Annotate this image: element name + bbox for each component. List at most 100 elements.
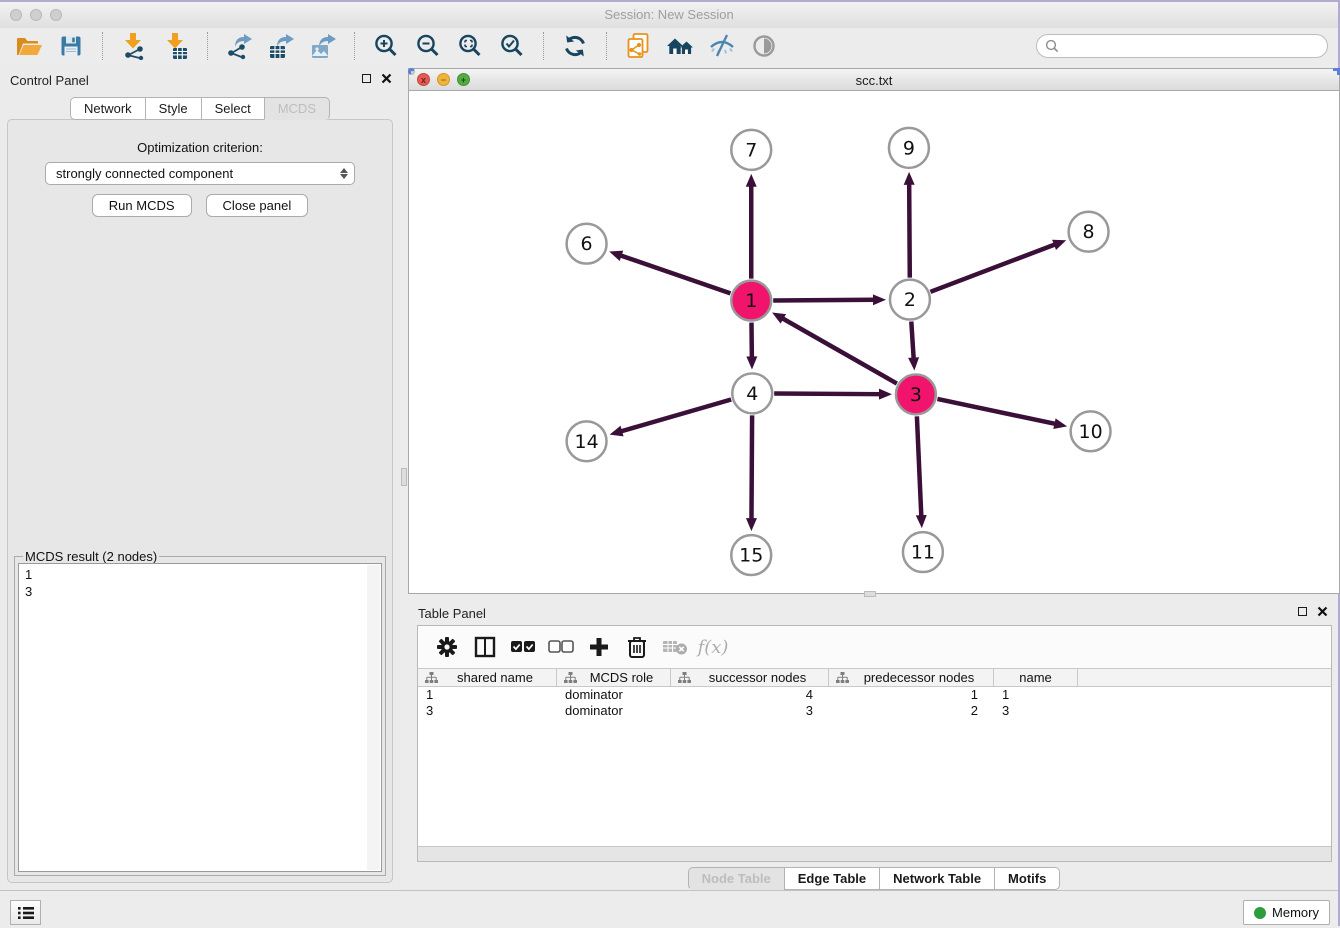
export-image-icon[interactable]: [308, 31, 338, 61]
toolbar-separator: [354, 32, 355, 60]
edge-1-2[interactable]: [773, 300, 875, 301]
tab-mcds[interactable]: MCDS: [264, 97, 330, 120]
memory-button[interactable]: Memory: [1243, 900, 1330, 925]
show-all-icon[interactable]: [749, 31, 779, 61]
new-network-from-selection-icon[interactable]: [623, 31, 653, 61]
import-table-icon[interactable]: [161, 31, 191, 61]
mcds-result-title: MCDS result (2 nodes): [23, 549, 159, 564]
show-panels-button[interactable]: [10, 900, 41, 925]
hide-selected-icon[interactable]: [707, 31, 737, 61]
export-table-icon[interactable]: [266, 31, 296, 61]
settings-gear-icon[interactable]: [433, 633, 461, 661]
tab-select[interactable]: Select: [201, 97, 265, 120]
column-header-predecessor-nodes[interactable]: predecessor nodes: [829, 669, 994, 686]
add-column-icon[interactable]: [585, 633, 613, 661]
cell-successor-nodes[interactable]: 4: [671, 687, 829, 703]
tab-network[interactable]: Network: [70, 97, 146, 120]
network-titlebar[interactable]: x − + scc.txt: [409, 69, 1339, 91]
float-panel-icon[interactable]: [362, 74, 371, 83]
tab-style[interactable]: Style: [145, 97, 202, 120]
column-header-mcds-role[interactable]: MCDS role: [557, 669, 671, 686]
deselect-all-icon[interactable]: [547, 633, 575, 661]
node-label: 15: [739, 545, 763, 567]
float-panel-icon[interactable]: [1298, 607, 1307, 616]
function-builder-icon: f(x): [699, 633, 727, 661]
edge-arrowhead: [916, 515, 927, 528]
mcds-result-groupbox: MCDS result (2 nodes) 1 3: [14, 556, 386, 876]
cell-successor-nodes[interactable]: 3: [671, 703, 829, 719]
tab-edge-table[interactable]: Edge Table: [784, 867, 880, 890]
network-window: x − + scc.txt 7968124314101511: [408, 68, 1340, 594]
edge-arrowhead: [610, 426, 624, 437]
mcds-result-textarea[interactable]: 1 3: [18, 563, 382, 872]
run-mcds-button[interactable]: Run MCDS: [92, 194, 192, 217]
search-icon: [1045, 39, 1059, 53]
open-session-icon[interactable]: [14, 31, 44, 61]
result-scrollbar[interactable]: [367, 565, 380, 870]
edge-4-3[interactable]: [774, 394, 881, 395]
edge-3-11[interactable]: [917, 416, 921, 517]
column-header-shared-name[interactable]: shared name: [418, 669, 557, 686]
cell-shared-name[interactable]: 1: [418, 687, 557, 703]
toolbar-separator: [606, 32, 607, 60]
zoom-in-icon[interactable]: [371, 31, 401, 61]
edge-4-14[interactable]: [620, 399, 731, 431]
show-column-icon[interactable]: [471, 633, 499, 661]
close-panel-icon[interactable]: [1317, 606, 1328, 617]
edge-3-1[interactable]: [782, 318, 897, 384]
node-label: 1: [745, 290, 757, 312]
main-toolbar: [0, 28, 1338, 64]
column-header-successor-nodes[interactable]: successor nodes: [671, 669, 829, 686]
cell-predecessor-nodes[interactable]: 1: [829, 687, 994, 703]
edge-4-15[interactable]: [751, 415, 752, 520]
cell-predecessor-nodes[interactable]: 2: [829, 703, 994, 719]
save-session-icon[interactable]: [56, 31, 86, 61]
tab-motifs[interactable]: Motifs: [994, 867, 1060, 890]
table-row[interactable]: 3 dominator 3 2 3: [418, 703, 1331, 719]
edge-3-10[interactable]: [937, 399, 1056, 424]
delete-column-icon[interactable]: [623, 633, 651, 661]
edge-2-8[interactable]: [930, 244, 1055, 292]
window-title: Session: New Session: [0, 7, 1338, 22]
tab-network-table[interactable]: Network Table: [879, 867, 995, 890]
edge-arrowhead: [746, 356, 757, 369]
zoom-selected-icon[interactable]: [497, 31, 527, 61]
network-graph: 7968124314101511: [409, 92, 1339, 593]
import-network-icon[interactable]: [119, 31, 149, 61]
close-panel-icon[interactable]: [381, 73, 392, 84]
cell-name[interactable]: 3: [994, 703, 1078, 719]
criterion-select[interactable]: strongly connected component: [45, 162, 355, 185]
tab-node-table[interactable]: Node Table: [688, 867, 785, 890]
cell-name[interactable]: 1: [994, 687, 1078, 703]
cell-shared-name[interactable]: 3: [418, 703, 557, 719]
zoom-fit-icon[interactable]: [455, 31, 485, 61]
network-canvas[interactable]: 7968124314101511: [409, 92, 1339, 593]
select-all-icon[interactable]: [509, 633, 537, 661]
attribute-tree-icon: [678, 672, 691, 683]
edge-arrowhead: [908, 357, 919, 370]
search-box: [1036, 34, 1328, 58]
memory-status-icon: [1254, 907, 1266, 919]
toolbar-separator: [207, 32, 208, 60]
close-panel-button[interactable]: Close panel: [206, 194, 309, 217]
refresh-layout-icon[interactable]: [560, 31, 590, 61]
vertical-splitter[interactable]: [400, 64, 408, 890]
attribute-tree-icon: [564, 672, 577, 683]
control-panel: Control Panel Network Style Select MCDS …: [0, 64, 400, 890]
export-network-icon[interactable]: [224, 31, 254, 61]
table-row[interactable]: 1 dominator 4 1 1: [418, 687, 1331, 703]
horizontal-splitter[interactable]: [864, 591, 876, 597]
node-label: 11: [911, 542, 935, 564]
edge-2-9[interactable]: [909, 183, 910, 278]
zoom-out-icon[interactable]: [413, 31, 443, 61]
cell-mcds-role[interactable]: dominator: [557, 687, 671, 703]
node-label: 3: [910, 384, 922, 406]
first-neighbors-icon[interactable]: [665, 31, 695, 61]
node-label: 6: [581, 233, 593, 255]
search-input[interactable]: [1063, 39, 1319, 53]
column-header-name[interactable]: name: [994, 669, 1078, 686]
cell-mcds-role[interactable]: dominator: [557, 703, 671, 719]
edge-2-3[interactable]: [911, 321, 913, 359]
edge-1-6[interactable]: [620, 255, 731, 293]
edge-arrowhead: [1052, 240, 1066, 250]
